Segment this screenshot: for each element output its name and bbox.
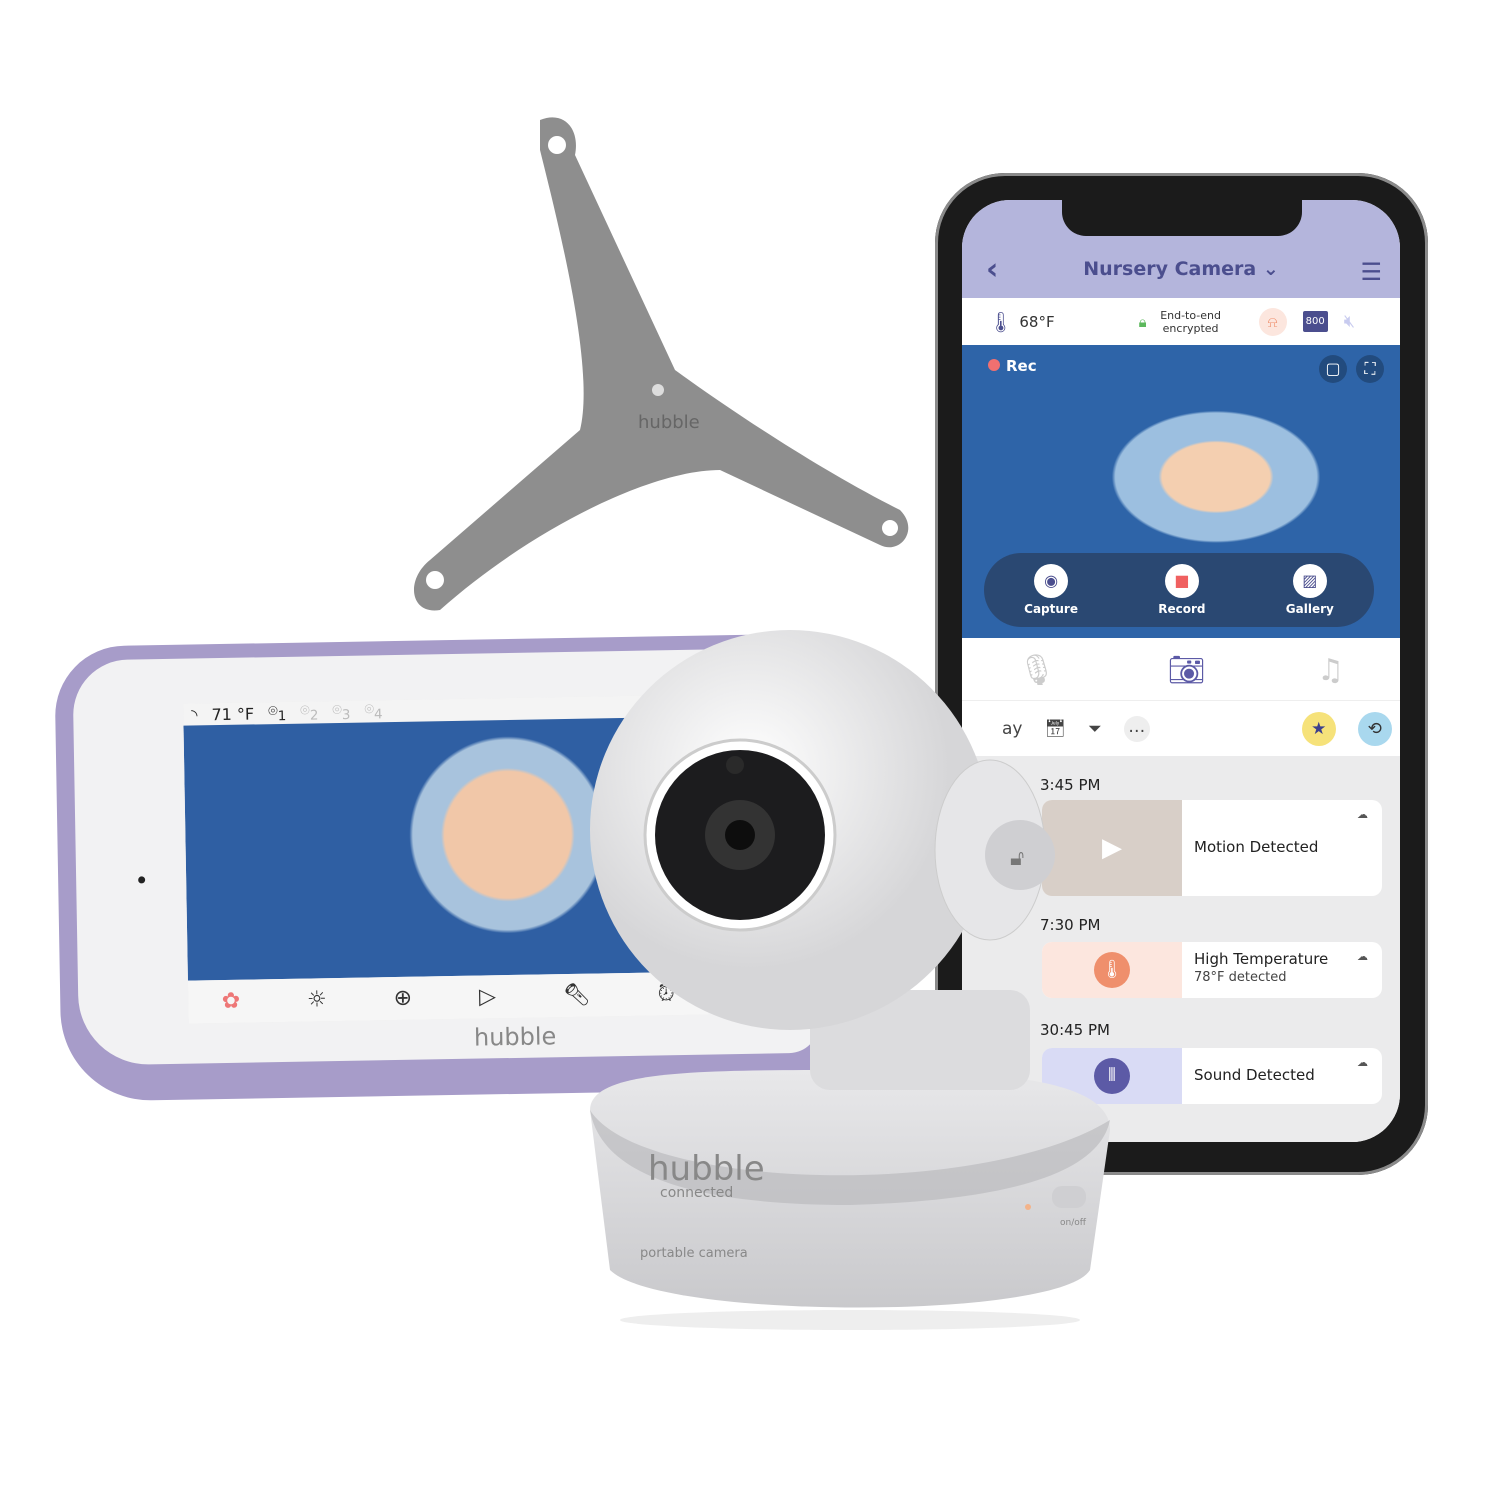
mute-icon[interactable]: 🔇︎ [1344,311,1355,332]
event-title: High Temperature [1194,950,1329,968]
cloud-icon: ☁ [1357,1056,1368,1069]
live-video-feed[interactable]: Rec ▢ ⛶ ◉ Capture ■ Record ▨ Gallery [962,345,1400,638]
camera-3-tab[interactable]: ⌾3 [332,700,350,723]
music-icon[interactable]: ♫ [1317,653,1344,688]
camera-4-tab[interactable]: ⌾4 [364,700,382,723]
camera-icon: ◉ [1034,564,1069,598]
cloud-icon: ☁ [1357,950,1368,963]
encryption-status: End-to-end encrypted [1160,308,1221,335]
event-title: Sound Detected [1194,1066,1315,1084]
monitor-temperature: 71 °F [211,703,255,724]
crop-icon[interactable]: ▢ [1319,355,1347,383]
camera-2-tab[interactable]: ⌾2 [300,701,318,724]
portable-camera: 🔓︎ hubble connected portable camera on/o… [580,630,1120,1330]
room-temperature: 68°F [1019,312,1055,331]
wall-mount-shape: hubble [413,117,909,611]
capture-button[interactable]: ◉ Capture [1024,564,1078,616]
replay-icon[interactable]: ⟲ [1357,711,1392,746]
camera-1-tab[interactable]: ⌾1 [268,701,286,724]
camera-selector[interactable]: Nursery Camera ⌄ [962,258,1400,280]
record-icon: ■ [1164,564,1199,598]
star-icon[interactable]: ★ [1301,711,1336,746]
apps-icon[interactable]: ✿ [222,989,241,1014]
wifi-icon: ◝ [191,704,198,725]
status-info-bar: 🌡︎ 68°F 🔒︎ End-to-end encrypted ⍾ 800 🔇︎ [962,298,1400,345]
monitor-brand: hubble [473,1022,557,1052]
event-title: Motion Detected [1194,838,1319,856]
fullscreen-icon[interactable]: ⛶ [1356,355,1384,383]
event-detail: 78°F detected [1194,970,1287,985]
phone-notch [1062,200,1302,236]
record-button[interactable]: ■ Record [1158,564,1206,616]
camera-brand-sub: connected [660,1185,733,1201]
power-switch-label: on/off [1060,1218,1087,1228]
lock-icon: 🔓︎ [1010,846,1024,871]
power-indicator [138,876,146,884]
sliders-icon[interactable]: ☰ [1360,258,1382,286]
gallery-icon: ▨ [1292,564,1327,598]
more-icon[interactable]: … [1123,715,1150,742]
brightness-icon[interactable]: ☼ [307,987,327,1012]
play-icon[interactable]: ▷ [479,984,496,1009]
camera-icon[interactable]: 📷︎ [1168,653,1206,688]
gallery-button[interactable]: ▨ Gallery [1286,564,1334,616]
lock-icon: 🔒︎ [1138,312,1147,331]
camera-illustration: 🔓︎ hubble connected portable camera on/o… [590,630,1110,1330]
camera-brand: hubble [648,1149,765,1189]
mount-brand: hubble [638,412,700,433]
thermometer-icon: 🌡︎ [988,309,1014,334]
siren-icon[interactable]: ⍾ [1258,307,1287,336]
zoom-in-icon[interactable]: ⊕ [393,986,412,1011]
power-switch[interactable] [1052,1186,1086,1208]
cloud-icon: ☁ [1357,808,1368,821]
camera-label: portable camera [640,1246,748,1261]
video-controls: ◉ Capture ■ Record ▨ Gallery [984,553,1374,627]
resolution-badge[interactable]: 800 [1302,311,1328,332]
rec-indicator: Rec [988,357,1037,375]
